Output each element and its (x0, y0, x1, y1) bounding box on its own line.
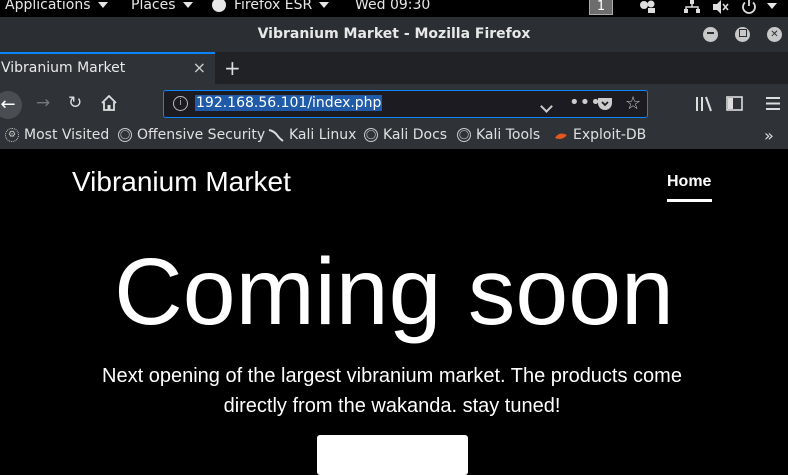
minimize-button[interactable] (703, 27, 718, 42)
bookmark-label: Kali Docs (383, 127, 448, 143)
bookmarks-toolbar: ⚙ Most Visited ◯ Offensive Security Kali… (0, 124, 788, 149)
places-menu[interactable]: Places (131, 0, 193, 13)
url-input[interactable]: 192.168.56.101/index.php (195, 95, 383, 111)
users-icon[interactable] (639, 0, 657, 14)
globe-icon: ◯ (364, 128, 378, 142)
hamburger-menu-icon[interactable] (766, 97, 780, 110)
window-title-bar: Vibranium Market - Mozilla Firefox ✕ (0, 17, 788, 52)
site-brand[interactable]: Vibranium Market (72, 166, 291, 198)
chevron-down-icon (182, 2, 193, 8)
page-viewport: Vibranium Market Home Coming soon Next o… (0, 149, 788, 475)
nav-active-underline (667, 199, 712, 202)
minimize-icon (707, 31, 714, 34)
window-title: Vibranium Market - Mozilla Firefox (257, 26, 531, 42)
bookmark-label: Offensive Security (137, 127, 266, 143)
tab-label: Vibranium Market (1, 60, 126, 76)
cover-cta-button[interactable] (317, 435, 468, 475)
bookmark-kali-linux[interactable]: Kali Linux (268, 127, 356, 143)
system-top-bar: Applications Places Firefox ESR Wed 09:3… (0, 0, 788, 17)
firefox-app-menu[interactable]: Firefox ESR (212, 0, 330, 13)
network-icon[interactable] (684, 0, 700, 14)
forward-button[interactable]: → (36, 93, 50, 113)
nav-home-link[interactable]: Home (667, 173, 711, 191)
maximize-icon (738, 28, 747, 37)
reload-button[interactable]: ↻ (68, 93, 82, 113)
navigation-toolbar: ← → ↻ i 192.168.56.101/index.php ••• ☆ (0, 84, 788, 124)
reload-icon: ↻ (68, 93, 83, 113)
arrow-right-icon: → (36, 93, 51, 113)
bookmark-label: Most Visited (24, 127, 110, 143)
url-bar[interactable]: i 192.168.56.101/index.php ••• ☆ (163, 90, 648, 118)
exploit-db-icon (555, 133, 567, 139)
pocket-icon[interactable] (597, 97, 613, 111)
chevron-down-icon (97, 2, 108, 8)
globe-icon: ◯ (457, 128, 471, 142)
plus-icon: + (224, 56, 241, 80)
close-tab-icon[interactable]: × (193, 58, 206, 77)
bookmark-most-visited[interactable]: ⚙ Most Visited (5, 127, 109, 143)
chevron-down-icon[interactable] (540, 97, 553, 115)
clock-label: Wed 09:30 (355, 0, 431, 13)
bookmark-label: Kali Linux (289, 127, 357, 143)
globe-icon: ◯ (118, 128, 132, 142)
bookmark-kali-tools[interactable]: ◯ Kali Tools (457, 127, 540, 143)
bookmark-label: Kali Tools (476, 127, 541, 143)
sidebar-toggle-icon[interactable] (726, 96, 743, 111)
arrow-left-icon: ← (0, 94, 16, 115)
site-info-icon[interactable]: i (173, 96, 188, 111)
bookmark-label: Exploit-DB (573, 127, 647, 143)
maximize-button[interactable] (735, 27, 750, 42)
cover-lead-text: Next opening of the largest vibranium ma… (102, 365, 682, 417)
volume-muted-icon[interactable] (712, 0, 730, 14)
bookmark-kali-docs[interactable]: ◯ Kali Docs (364, 127, 447, 143)
bookmark-offensive-security[interactable]: ◯ Offensive Security (118, 127, 265, 143)
workspace-indicator[interactable]: 1 (589, 0, 613, 15)
tab-vibranium-market[interactable]: Vibranium Market × (0, 52, 215, 84)
applications-menu[interactable]: Applications (5, 0, 108, 13)
applications-menu-label: Applications (5, 0, 91, 13)
clock[interactable]: Wed 09:30 (355, 0, 430, 13)
more-bookmarks-icon[interactable]: » (764, 126, 774, 145)
home-icon[interactable] (101, 95, 117, 111)
cover-heading: Coming soon (114, 239, 674, 345)
tab-bar: Vibranium Market × + (0, 52, 788, 84)
back-button[interactable]: ← (0, 91, 22, 119)
bookmark-exploit-db[interactable]: Exploit-DB (554, 127, 646, 143)
firefox-icon (212, 0, 226, 12)
close-window-button[interactable]: ✕ (767, 27, 782, 42)
firefox-app-label: Firefox ESR (234, 0, 313, 13)
places-menu-label: Places (131, 0, 176, 13)
kali-dragon-icon (268, 129, 284, 142)
bookmark-star-icon[interactable]: ☆ (625, 93, 641, 114)
chevron-down-icon[interactable] (767, 3, 777, 9)
close-icon: ✕ (770, 29, 779, 40)
power-icon[interactable] (741, 0, 757, 14)
gear-icon: ⚙ (5, 128, 19, 142)
library-icon[interactable] (695, 96, 713, 112)
new-tab-button[interactable]: + (224, 56, 241, 80)
chevron-down-icon (319, 2, 330, 8)
